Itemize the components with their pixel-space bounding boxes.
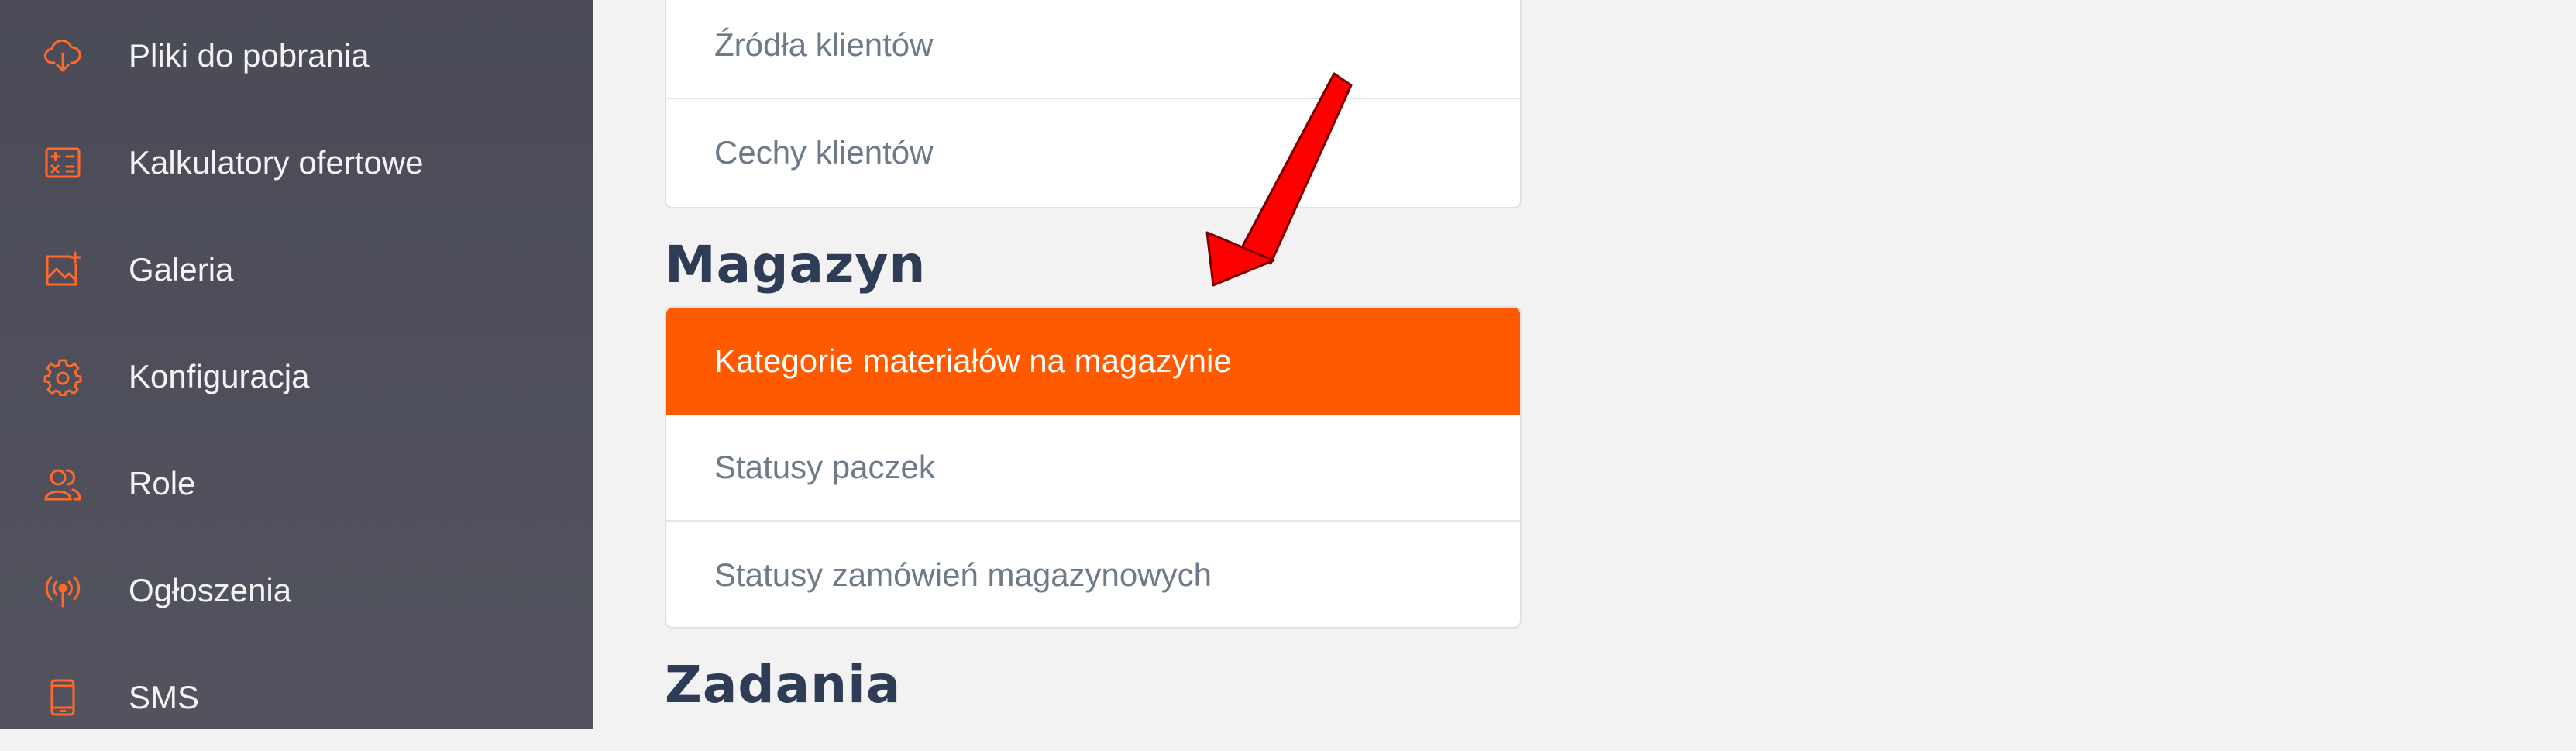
sidebar-item-label: Ogłoszenia [129, 572, 292, 608]
main-content: Źródła klientów Cechy klientów Magazyn K… [593, 0, 2576, 729]
sidebar-item-ogloszenia[interactable]: Ogłoszenia [0, 537, 593, 644]
phone-icon [43, 678, 82, 717]
section-heading-zadania: Zadania [665, 655, 902, 715]
sidebar-item-pliki-do-pobrania[interactable]: Pliki do pobrania [0, 2, 593, 109]
sidebar-item-label: SMS [129, 679, 200, 715]
sidebar: Pliki do pobrania Kalkulatory ofertowe G… [0, 0, 593, 729]
cloud-download-icon [43, 36, 82, 75]
list-item-statusy-zamowien[interactable]: Statusy zamówień magazynowych [666, 522, 1520, 627]
sidebar-item-label: Role [129, 465, 196, 501]
sidebar-item-label: Konfiguracja [129, 358, 310, 394]
list-item-cechy-klientow[interactable]: Cechy klientów [666, 99, 1520, 206]
list-item-statusy-paczek[interactable]: Statusy paczek [666, 415, 1520, 522]
sidebar-item-label: Galeria [129, 251, 234, 288]
list-item-zrodla-klientow[interactable]: Źródła klientów [666, 0, 1520, 99]
broadcast-icon [43, 571, 82, 610]
sidebar-item-role[interactable]: Role [0, 430, 593, 537]
section-heading-magazyn: Magazyn [665, 235, 927, 295]
sidebar-item-galeria[interactable]: Galeria [0, 216, 593, 323]
sidebar-item-label: Pliki do pobrania [129, 37, 370, 74]
sidebar-item-label: Kalkulatory ofertowe [129, 144, 424, 181]
sidebar-item-sms[interactable]: SMS [0, 644, 593, 751]
sidebar-item-konfiguracja[interactable]: Konfiguracja [0, 323, 593, 430]
image-add-icon [43, 250, 82, 289]
calculator-icon [43, 143, 82, 182]
users-icon [43, 464, 82, 503]
klienci-settings-card: Źródła klientów Cechy klientów [665, 0, 1522, 208]
gear-icon [43, 357, 82, 396]
sidebar-item-kalkulatory-ofertowe[interactable]: Kalkulatory ofertowe [0, 109, 593, 216]
list-item-kategorie-materialow[interactable]: Kategorie materiałów na magazynie [666, 308, 1520, 415]
magazyn-settings-card: Kategorie materiałów na magazynie Status… [665, 306, 1522, 629]
